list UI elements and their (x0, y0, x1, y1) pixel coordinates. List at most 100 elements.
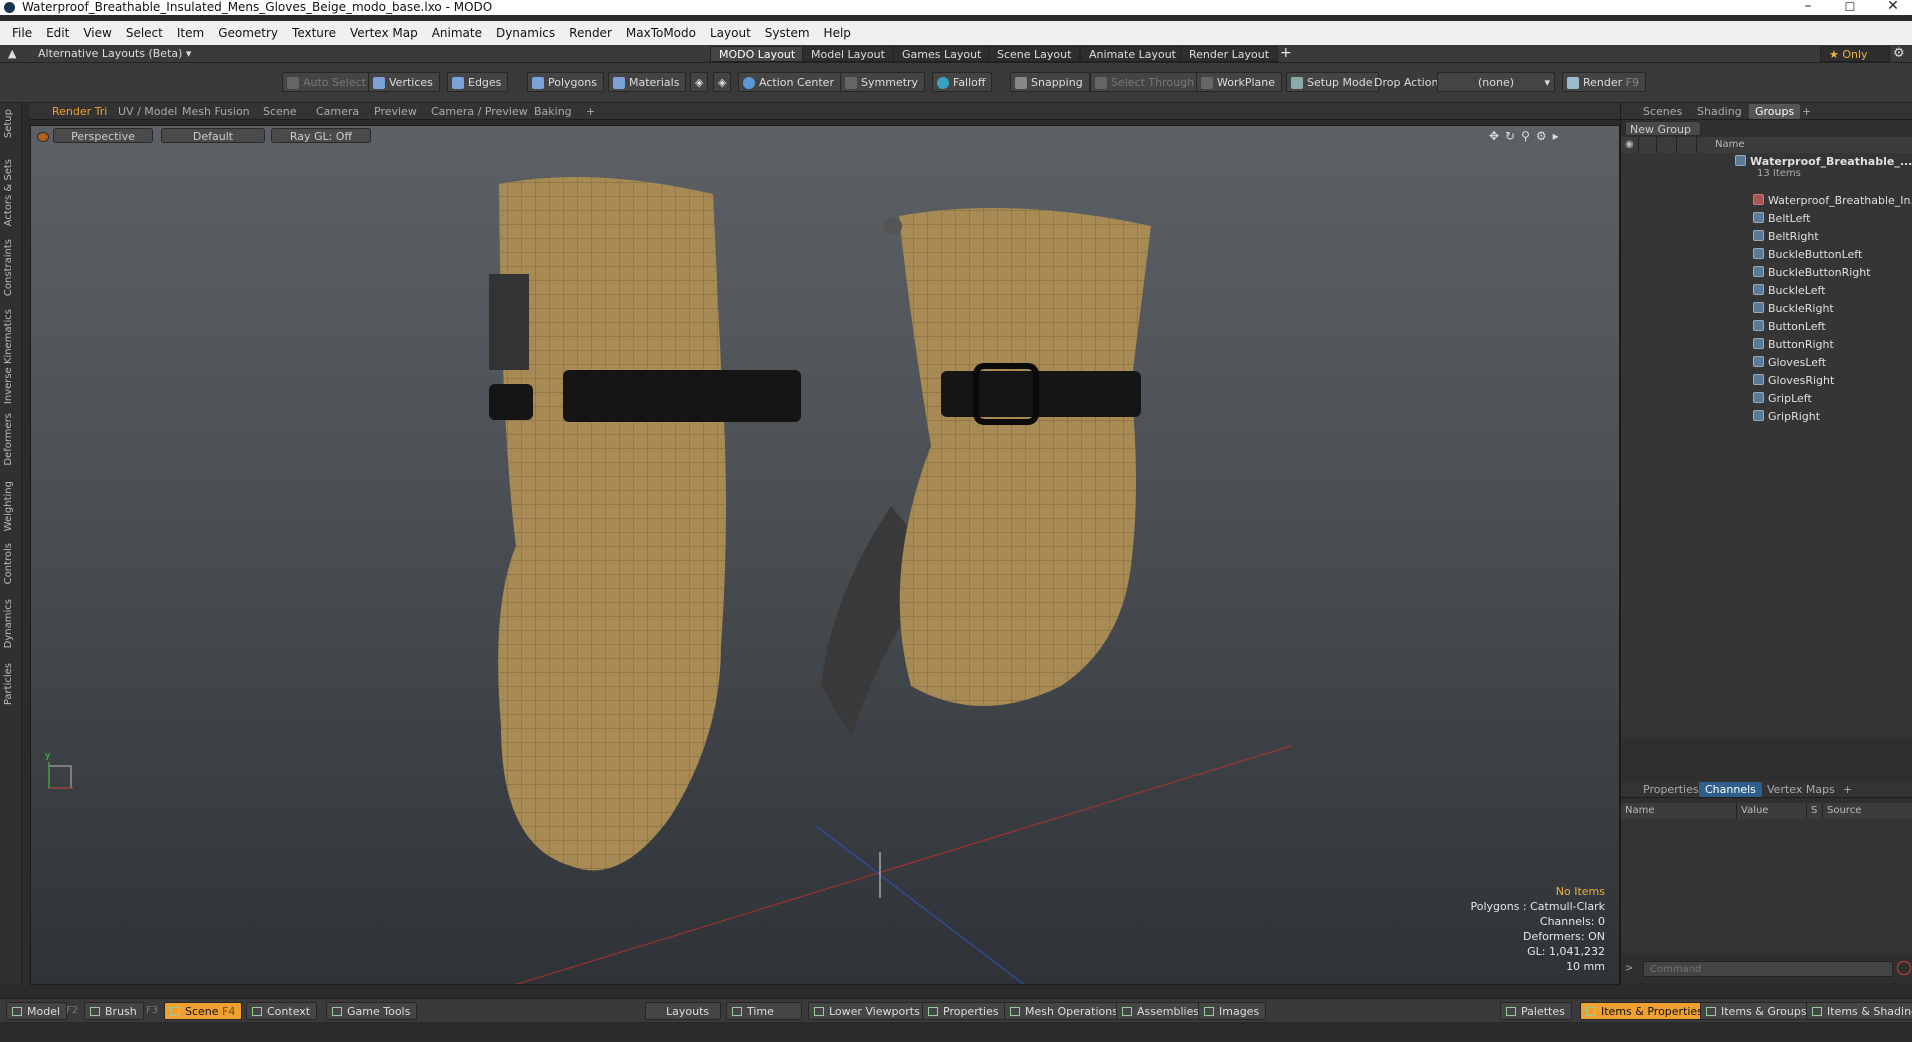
select-tool-2-button[interactable]: ◈ (713, 72, 732, 92)
tab-groups[interactable]: Groups (1749, 104, 1801, 119)
tab-baking[interactable]: Baking (528, 104, 578, 119)
context-button[interactable]: Context (246, 1002, 318, 1020)
minimize-icon[interactable]: – (1793, 0, 1823, 14)
render-button[interactable]: Render F9 (1562, 72, 1646, 92)
group-item[interactable]: ButtonLeft (1753, 318, 1826, 335)
menu-texture[interactable]: Texture (285, 21, 343, 45)
tab-mesh-fusion[interactable]: Mesh Fusion (176, 104, 256, 119)
images-button[interactable]: Images (1198, 1002, 1267, 1020)
group-item[interactable]: BuckleRight (1753, 300, 1834, 317)
drop-action-select[interactable]: (none) ▾ (1437, 72, 1555, 92)
items-properties-button[interactable]: Items & Properties (1580, 1002, 1710, 1020)
group-item[interactable]: Waterproof_Breathable_In... (1753, 192, 1912, 209)
assemblies-button[interactable]: Assemblies (1116, 1002, 1207, 1020)
add-lower-tab-icon[interactable]: + (1837, 782, 1858, 797)
menu-vertex-map[interactable]: Vertex Map (343, 21, 425, 45)
sidetab-controls[interactable]: Controls (3, 543, 14, 584)
falloff-button[interactable]: Falloff (932, 72, 993, 92)
add-tab-icon[interactable]: + (580, 104, 601, 119)
menu-dynamics[interactable]: Dynamics (489, 21, 562, 45)
menu-select[interactable]: Select (119, 21, 170, 45)
vertices-button[interactable]: Vertices (368, 72, 440, 92)
group-item[interactable]: GlovesRight (1753, 372, 1834, 389)
new-group-button[interactable]: New Group (1625, 121, 1701, 136)
menu-file[interactable]: File (0, 21, 39, 45)
model-button[interactable]: Model (6, 1002, 68, 1020)
tab-uv-model[interactable]: UV / Model (112, 104, 183, 119)
group-item[interactable]: GripRight (1753, 408, 1820, 425)
action-center-button[interactable]: Action Center (738, 72, 841, 92)
items-groups-button[interactable]: Items & Groups (1700, 1002, 1814, 1020)
tab-vertex-maps[interactable]: Vertex Maps (1761, 782, 1841, 797)
3d-viewport[interactable]: Perspective Default Ray GL: Off ✥↻⚲⚙▸ y … (30, 125, 1620, 985)
group-item[interactable]: BuckleButtonLeft (1753, 246, 1862, 263)
menu-edit[interactable]: Edit (39, 21, 76, 45)
brush-button[interactable]: Brush (84, 1002, 144, 1020)
group-item[interactable]: GlovesLeft (1753, 354, 1826, 371)
add-right-tab-icon[interactable]: + (1796, 104, 1817, 119)
sidetab-dynamics[interactable]: Dynamics (3, 599, 14, 648)
menu-animate[interactable]: Animate (425, 21, 489, 45)
workplane-button[interactable]: WorkPlane (1196, 72, 1283, 92)
time-button[interactable]: Time (726, 1002, 802, 1020)
only-toggle[interactable]: ★ Only (1820, 46, 1890, 62)
record-icon[interactable] (1897, 961, 1911, 975)
palettes-button[interactable]: Palettes (1500, 1002, 1572, 1020)
group-item[interactable]: BuckleButtonRight (1753, 264, 1871, 281)
tab-properties[interactable]: Properties (1637, 782, 1705, 797)
group-item[interactable]: BuckleLeft (1753, 282, 1825, 299)
maximize-icon[interactable]: ☐ (1835, 0, 1865, 14)
tab-render-layout[interactable]: Render Layout (1180, 46, 1279, 62)
setup-mode-button[interactable]: Setup Mode (1286, 72, 1380, 92)
group-item[interactable]: BeltRight (1753, 228, 1819, 245)
command-input[interactable] (1643, 961, 1893, 977)
tab-scene[interactable]: Scene (257, 104, 303, 119)
tab-camera-preview[interactable]: Camera / Preview (425, 104, 534, 119)
auto-select-button[interactable]: Auto Select (282, 72, 373, 92)
snapping-button[interactable]: Snapping (1010, 72, 1090, 92)
select-through-button[interactable]: Select Through (1090, 72, 1202, 92)
menu-layout[interactable]: Layout (703, 21, 758, 45)
materials-button[interactable]: Materials (608, 72, 687, 92)
polygons-button[interactable]: Polygons (527, 72, 604, 92)
layouts-button[interactable]: Layouts (645, 1002, 721, 1020)
close-icon[interactable]: ✕ (1878, 0, 1908, 14)
tab-games-layout[interactable]: Games Layout (893, 46, 991, 62)
scene-button[interactable]: Scene F4 (164, 1002, 243, 1020)
layout-up-icon[interactable]: ▲ (8, 47, 16, 60)
sidetab-constraints[interactable]: Constraints (3, 239, 14, 296)
lower-viewports-button[interactable]: Lower Viewports (808, 1002, 927, 1020)
tab-preview[interactable]: Preview (368, 104, 423, 119)
items-shading-button[interactable]: Items & Shading (1806, 1002, 1912, 1020)
sidetab-setup[interactable]: Setup (3, 109, 14, 138)
tab-animate-layout[interactable]: Animate Layout (1080, 46, 1185, 62)
game-tools-button[interactable]: Game Tools (326, 1002, 418, 1020)
tab-camera[interactable]: Camera (310, 104, 365, 119)
tab-shading[interactable]: Shading (1691, 104, 1748, 119)
group-item[interactable]: GripLeft (1753, 390, 1812, 407)
menu-system[interactable]: System (758, 21, 817, 45)
right-glove[interactable] (821, 208, 1151, 736)
tab-render-tri[interactable]: Render Tri (46, 104, 113, 119)
menu-help[interactable]: Help (817, 21, 858, 45)
left-glove[interactable] (489, 176, 801, 871)
menu-view[interactable]: View (76, 21, 118, 45)
sidetab-deformers[interactable]: Deformers (3, 413, 14, 466)
tab-channels[interactable]: Channels (1699, 782, 1762, 797)
menu-geometry[interactable]: Geometry (211, 21, 285, 45)
select-tool-1-button[interactable]: ◈ (690, 72, 709, 92)
symmetry-button[interactable]: Symmetry (840, 72, 926, 92)
tab-modo-layout[interactable]: MODO Layout (710, 46, 805, 62)
group-item[interactable]: BeltLeft (1753, 210, 1810, 227)
sidetab-inverse-kinematics[interactable]: Inverse Kinematics (3, 309, 14, 404)
menu-render[interactable]: Render (562, 21, 619, 45)
tab-scene-layout[interactable]: Scene Layout (988, 46, 1081, 62)
sidetab-particles[interactable]: Particles (3, 663, 14, 705)
sidetab-actors-sets[interactable]: Actors & Sets (3, 159, 14, 226)
add-layout-icon[interactable]: + (1280, 45, 1292, 61)
edges-button[interactable]: Edges (447, 72, 509, 92)
tab-model-layout[interactable]: Model Layout (802, 46, 894, 62)
menu-maxtomodo[interactable]: MaxToModo (619, 21, 703, 45)
sidetab-weighting[interactable]: Weighting (3, 481, 14, 531)
alt-layouts-dropdown[interactable]: Alternative Layouts (Beta) ▾ (38, 47, 191, 60)
